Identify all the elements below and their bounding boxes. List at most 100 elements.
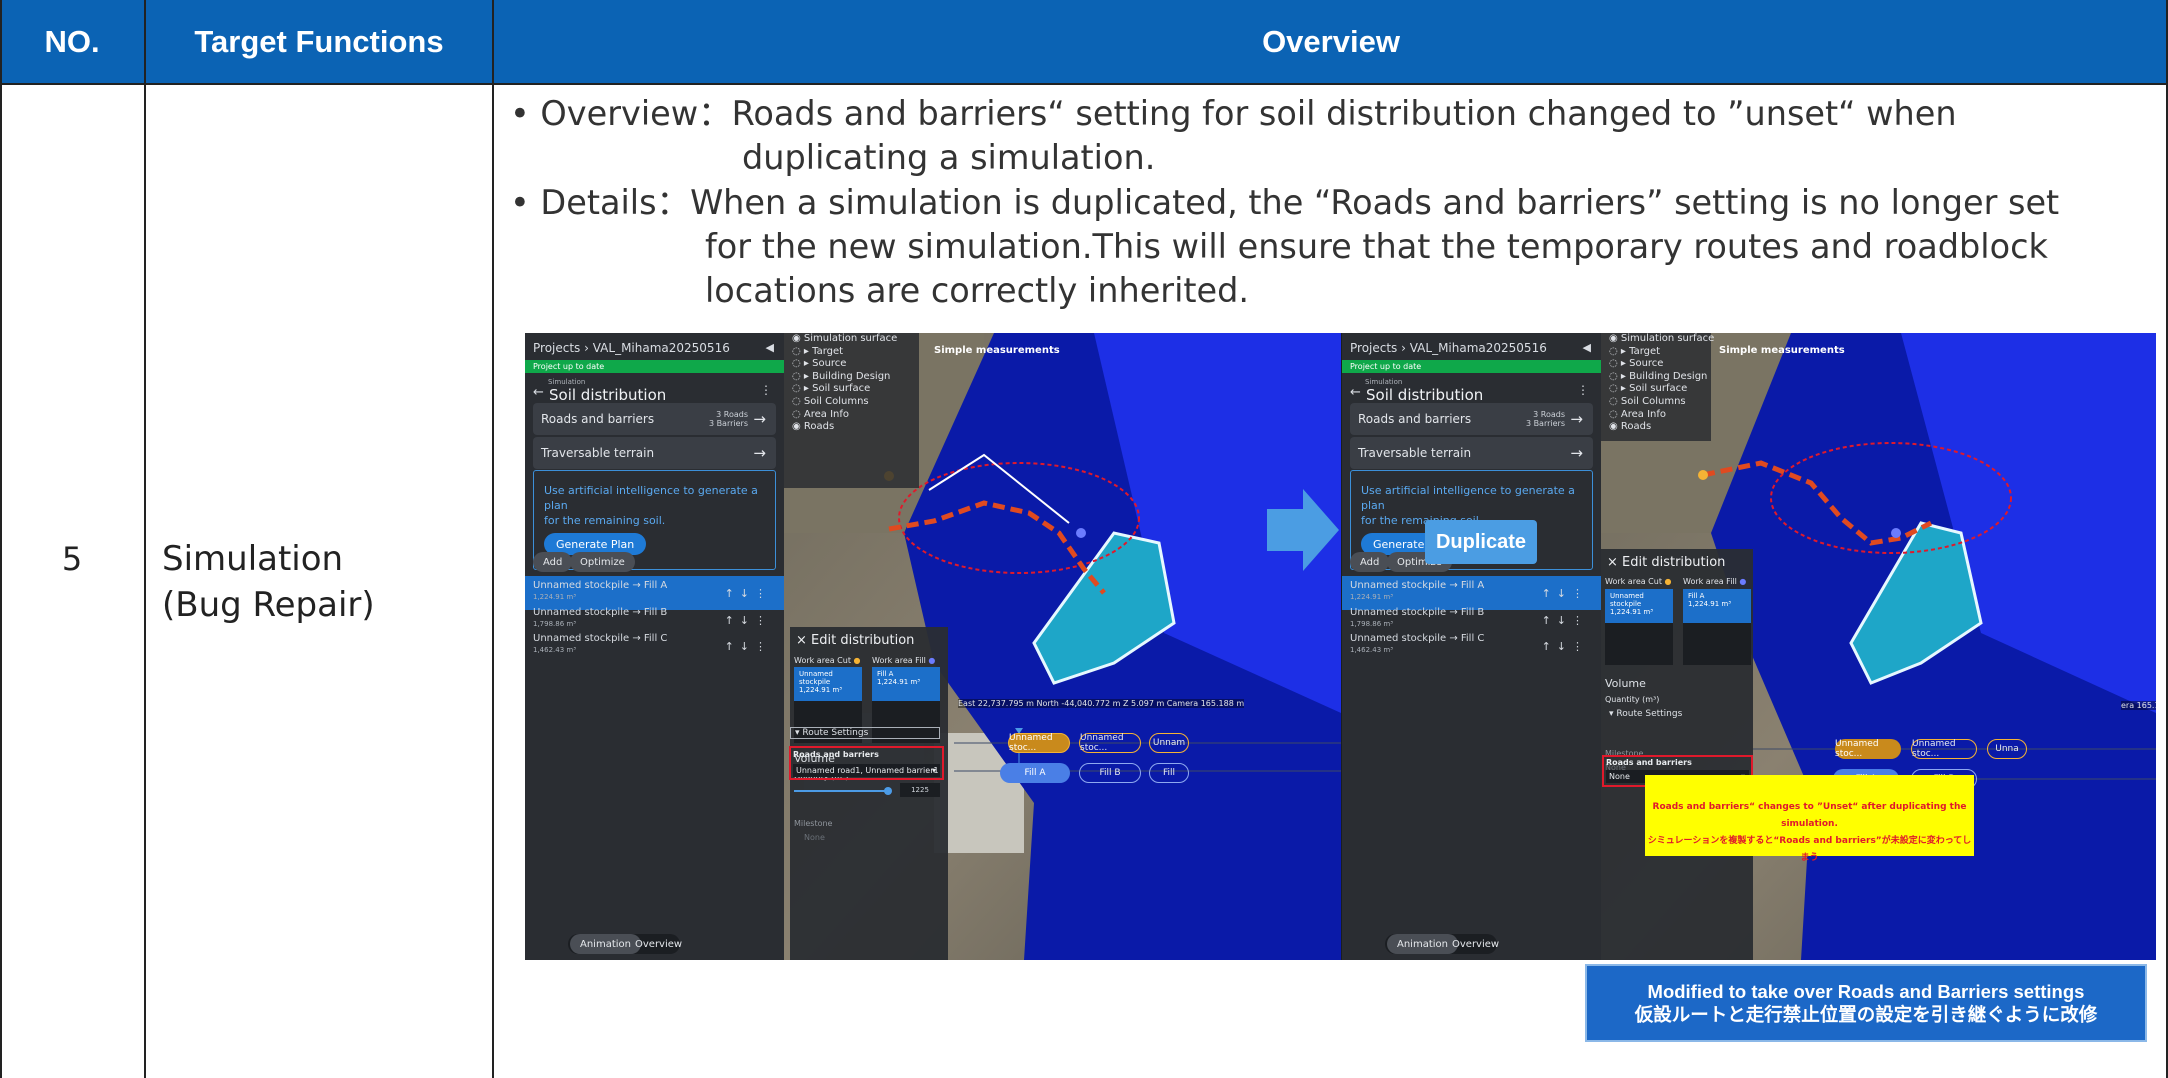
overview-text-2: duplicating a simulation. (742, 138, 1156, 177)
details-bullet: • Details：When a simulation is duplicate… (510, 181, 2059, 225)
status-badge: Project up to date (525, 360, 784, 373)
header-overview: Overview (494, 0, 2168, 83)
route-settings-label: Route Settings (1616, 709, 1683, 719)
collapse-icon[interactable]: ◀ (1583, 341, 1591, 354)
layer-label: Soil surface (1629, 383, 1688, 395)
tab-overview[interactable]: Overview (1442, 934, 1509, 954)
more-menu-icon[interactable]: ⋮ (760, 383, 772, 397)
stockpile-label: Unnamed stockpile → Fill A (533, 580, 668, 591)
roads-barriers-card[interactable]: Roads and barriers 3 Roads 3 Barriers → (1350, 403, 1593, 435)
fill-marker-icon (1076, 528, 1086, 538)
reorder-controls-icon[interactable]: ↑↓⋮ (1542, 640, 1589, 653)
cut-dot-icon: ● (853, 656, 861, 665)
timeline-stockpile[interactable]: Unnamed stoc... (1911, 739, 1977, 759)
spec-table: NO. Target Functions Overview 5 Simulati… (0, 0, 2168, 1078)
stockpile-label: Unnamed stockpile → Fill B (533, 607, 668, 618)
traversable-terrain-card[interactable]: Traversable terrain → (1350, 437, 1593, 469)
layer-item[interactable]: ◌ Area Info (1601, 409, 1711, 422)
work-area-fill-label: Work area Fill ● (1683, 577, 1746, 586)
tab-overview[interactable]: Overview (625, 934, 692, 954)
collapse-icon[interactable]: ◀ (766, 341, 774, 354)
bullet-dot: • (510, 94, 541, 133)
route-settings-toggle[interactable]: ▾ Route Settings (1605, 709, 1753, 721)
back-arrow-icon[interactable]: ← (1350, 385, 1361, 400)
coordinates-readout: era 165.188 (2121, 701, 2156, 710)
fill-item-label: Fill A (1688, 592, 1705, 600)
layer-item[interactable]: ◉ Roads (784, 421, 919, 434)
traversable-terrain-card[interactable]: Traversable terrain → (533, 437, 776, 469)
add-button[interactable]: Add (1350, 552, 1390, 572)
arrow-right-icon: → (753, 410, 766, 428)
timeline-stockpile[interactable]: Unnamed stoc... (1079, 733, 1141, 753)
simple-measurements[interactable]: Simple measurements (1719, 345, 1845, 356)
more-menu-icon[interactable]: ⋮ (1577, 383, 1589, 397)
fill-item[interactable]: Fill A 1,224.91 m³ (1683, 589, 1751, 623)
timeline-stockpile[interactable]: Unnamed stoc... (1835, 739, 1901, 759)
layer-item[interactable]: ◌ ▸ Soil surface (1601, 383, 1711, 396)
milestone-select[interactable]: None (804, 833, 825, 842)
cut-item-label: Unnamed stockpile (1610, 592, 1644, 608)
stockpile-row[interactable]: Unnamed stockpile → Fill C 1,462.43 m³ ↑… (1342, 629, 1601, 663)
layer-item[interactable]: ◌ ▸ Source (1601, 358, 1711, 371)
cut-marker-icon (1698, 470, 1708, 480)
layer-item[interactable]: ◉ Simulation surface (784, 333, 919, 346)
timeline-fill[interactable]: Fill (1149, 763, 1189, 783)
route-settings-toggle[interactable]: ▾ Route Settings (790, 727, 940, 739)
timeline-stockpile[interactable]: Unna (1987, 739, 2027, 759)
layer-item[interactable]: ◌ Soil Columns (784, 396, 919, 409)
cut-item[interactable]: Unnamed stockpile 1,224.91 m³ (1605, 589, 1673, 623)
details-text-2: for the new simulation.This will ensure … (705, 227, 2048, 266)
layer-item[interactable]: ◌ ▸ Target (784, 346, 919, 359)
reorder-controls-icon[interactable]: ↑↓⋮ (725, 614, 772, 627)
layer-item[interactable]: ◌ ▸ Source (784, 358, 919, 371)
work-area-fill-label: Work area Fill ● (872, 656, 935, 665)
layer-label: Area Info (1620, 408, 1667, 420)
fill-item[interactable]: Fill A 1,224.91 m³ (872, 667, 940, 701)
roads-barriers-card[interactable]: Roads and barriers 3 Roads 3 Barriers → (533, 403, 776, 435)
quantity-input[interactable]: 1225 (900, 783, 940, 797)
work-cut-text: Work area Cut (1605, 577, 1662, 586)
layer-item[interactable]: ◌ ▸ Building Design (1601, 371, 1711, 384)
cut-item[interactable]: Unnamed stockpile 1,224.91 m³ (794, 667, 862, 701)
add-button[interactable]: Add (533, 552, 573, 572)
map-view-before[interactable]: ◉ Simulation surface ◌ ▸ Target ◌ ▸ Sour… (784, 333, 1341, 960)
quantity-label: Quantity (m³) (1605, 695, 1660, 704)
layer-item[interactable]: ◉ Roads (1601, 421, 1711, 434)
reorder-controls-icon[interactable]: ↑↓⋮ (1542, 587, 1589, 600)
fill-item-volume: 1,224.91 m³ (877, 678, 921, 686)
timeline-fill[interactable]: Fill A (1000, 763, 1070, 783)
roads-barriers-select[interactable]: Unnamed road1, Unnamed barrier1 ▾ (793, 764, 940, 777)
breadcrumb[interactable]: Projects › VAL_Mihama20250516 (533, 341, 730, 355)
layer-item[interactable]: ◌ ▸ Building Design (784, 371, 919, 384)
layer-item[interactable]: ◌ ▸ Target (1601, 346, 1711, 359)
fill-item-volume: 1,224.91 m³ (1688, 600, 1732, 608)
stockpile-label: Unnamed stockpile → Fill C (533, 633, 668, 644)
simple-measurements[interactable]: Simple measurements (934, 345, 1060, 356)
reorder-controls-icon[interactable]: ↑↓⋮ (1542, 614, 1589, 627)
layer-item[interactable]: ◌ Area Info (784, 409, 919, 422)
header-divider (0, 83, 2168, 85)
reorder-controls-icon[interactable]: ↑↓⋮ (725, 640, 772, 653)
reorder-controls-icon[interactable]: ↑↓⋮ (725, 587, 772, 600)
timeline-stockpile[interactable]: Unnam (1149, 733, 1189, 753)
quantity-slider-knob[interactable] (884, 787, 892, 795)
section-subtitle: Simulation (1365, 378, 1403, 386)
timeline-stockpile[interactable]: Unnamed stoc... (1008, 733, 1070, 753)
roads-count-text: 3 Roads (716, 410, 748, 419)
work-area-cut-label: Work area Cut ● (1605, 577, 1672, 586)
breadcrumb[interactable]: Projects › VAL_Mihama20250516 (1350, 341, 1547, 355)
timeline-fill[interactable]: Fill B (1079, 763, 1141, 783)
layer-item[interactable]: ◉ Simulation surface (1601, 333, 1714, 346)
layer-item[interactable]: ◌ ▸ Soil surface (784, 383, 919, 396)
dropdown-icon: ▾ (931, 766, 936, 775)
optimize-button[interactable]: Optimize (570, 552, 635, 572)
header-no: NO. (0, 0, 144, 83)
quantity-slider[interactable] (794, 790, 888, 792)
route-settings-label: Route Settings (802, 728, 869, 738)
back-arrow-icon[interactable]: ← (533, 385, 544, 400)
layer-item[interactable]: ◌ Soil Columns (1601, 396, 1711, 409)
traversable-terrain-label: Traversable terrain (541, 446, 655, 460)
roads-barriers-label: Roads and barriers (1358, 412, 1472, 426)
roads-value-text: None (1609, 772, 1630, 781)
stockpile-row[interactable]: Unnamed stockpile → Fill C 1,462.43 m³ ↑… (525, 629, 784, 663)
